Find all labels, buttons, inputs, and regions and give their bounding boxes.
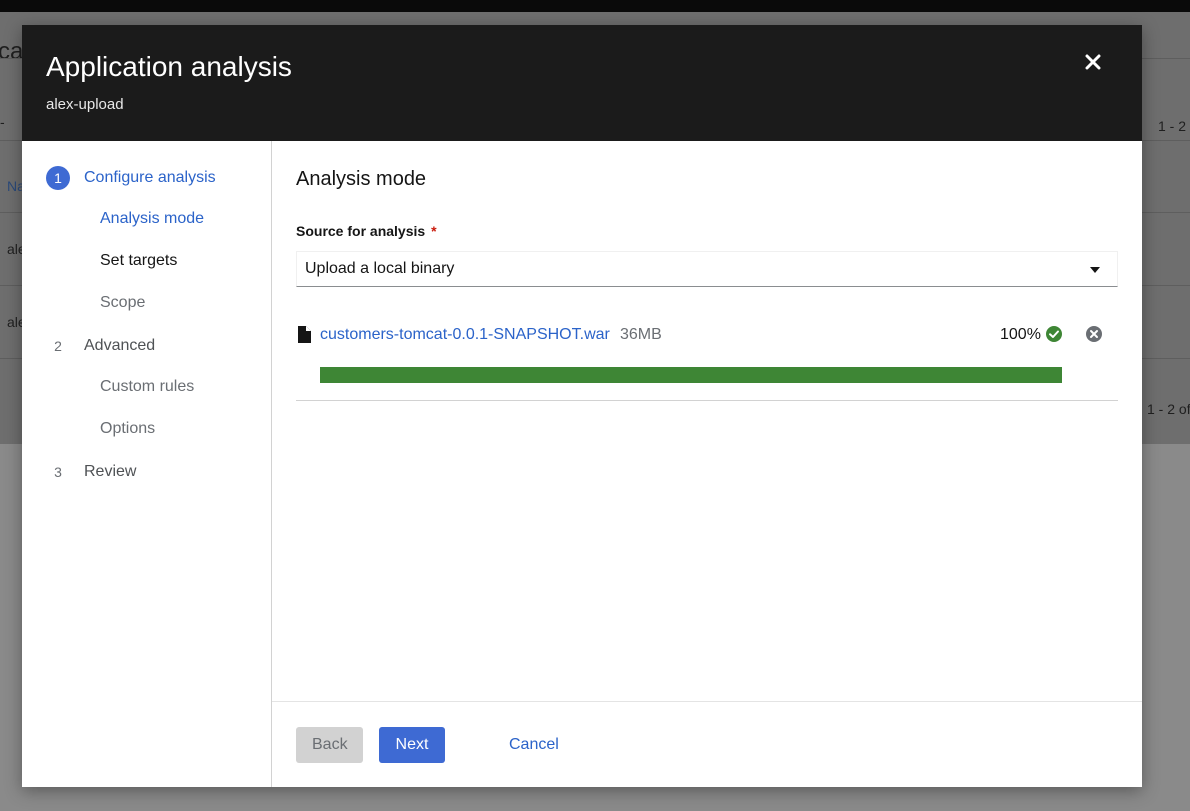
wizard-substep-custom-rules[interactable]: Custom rules [100,378,194,396]
wizard-step-configure-analysis[interactable]: 1 Configure analysis [46,166,216,190]
upload-progress-bar [320,367,1062,383]
check-circle-icon [1046,326,1062,342]
application-analysis-modal: Application analysis alex-upload 1 Confi… [22,25,1142,787]
caret-down-icon [1090,267,1100,273]
modal-header: Application analysis alex-upload [22,25,1142,141]
wizard-substep-scope[interactable]: Scope [100,294,145,312]
step-label: Configure analysis [84,169,216,186]
wizard-step-advanced[interactable]: 2 Advanced [46,334,155,358]
background-pagination-top: 1 - 2 o [1158,118,1190,134]
modal-subtitle: alex-upload [46,96,124,113]
source-select-value: Upload a local binary [305,260,455,277]
section-title: Analysis mode [296,168,427,190]
close-icon [1085,54,1101,70]
source-field-label-text: Source for analysis [296,223,426,239]
background-pagination-bottom: 1 - 2 of [1147,401,1190,417]
wizard-substep-analysis-mode[interactable]: Analysis mode [100,210,204,228]
wizard-footer: Back Next Cancel [272,701,1142,787]
wizard-main: Analysis mode Source for analysis * Uploa… [272,141,1142,701]
wizard-step-review[interactable]: 3 Review [46,460,136,484]
step-number: 1 [46,166,70,190]
source-select[interactable]: Upload a local binary [296,251,1118,287]
step-number: 3 [54,464,62,480]
source-field-label: Source for analysis * [296,223,437,239]
step-number: 2 [54,338,62,354]
background-toolbar-fragment: - [0,114,5,130]
wizard-nav: 1 Configure analysis Analysis mode Set t… [22,141,272,787]
close-button[interactable] [1080,49,1106,75]
modal-title: Application analysis [46,51,292,82]
file-size: 36MB [620,326,662,343]
background-top-bar [0,0,1190,12]
uploaded-file-row: customers-tomcat-0.0.1-SNAPSHOT.war 36MB… [296,321,1118,401]
next-button[interactable]: Next [379,727,445,763]
cancel-button[interactable]: Cancel [493,727,575,763]
wizard-substep-set-targets[interactable]: Set targets [100,252,177,270]
back-button[interactable]: Back [296,727,363,763]
upload-percent: 100% [1000,326,1041,343]
wizard-substep-options[interactable]: Options [100,420,155,438]
step-label: Advanced [84,337,156,354]
file-icon [298,326,311,343]
upload-progress-fill [320,367,1062,383]
required-mark: * [431,223,437,239]
step-label: Review [84,463,137,480]
file-name-link[interactable]: customers-tomcat-0.0.1-SNAPSHOT.war [320,326,610,344]
remove-file-icon[interactable] [1086,326,1102,342]
